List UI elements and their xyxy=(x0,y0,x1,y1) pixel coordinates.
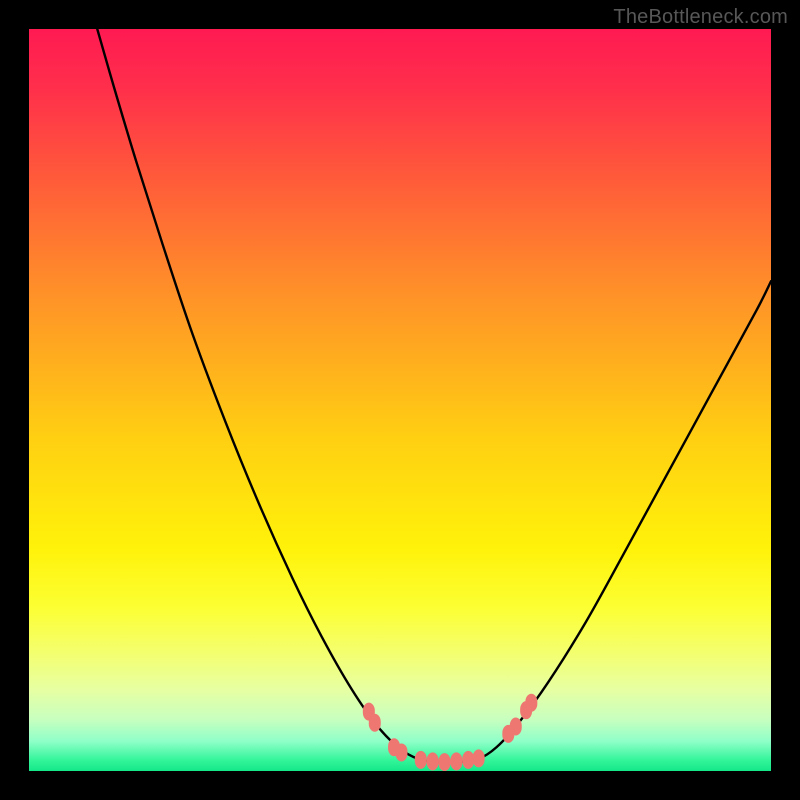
marker-dot xyxy=(525,694,537,712)
watermark-text: TheBottleneck.com xyxy=(613,6,788,29)
plot-background xyxy=(29,29,771,771)
marker-dot xyxy=(510,717,522,735)
marker-dot xyxy=(439,753,451,771)
bottleneck-chart xyxy=(29,29,771,771)
marker-dot xyxy=(462,751,474,769)
marker-dot xyxy=(415,751,427,769)
marker-dot xyxy=(427,752,439,770)
marker-dot xyxy=(450,752,462,770)
marker-dot xyxy=(473,749,485,767)
chart-frame: TheBottleneck.com xyxy=(0,0,800,800)
marker-dot xyxy=(369,714,381,732)
marker-dot xyxy=(395,743,407,761)
